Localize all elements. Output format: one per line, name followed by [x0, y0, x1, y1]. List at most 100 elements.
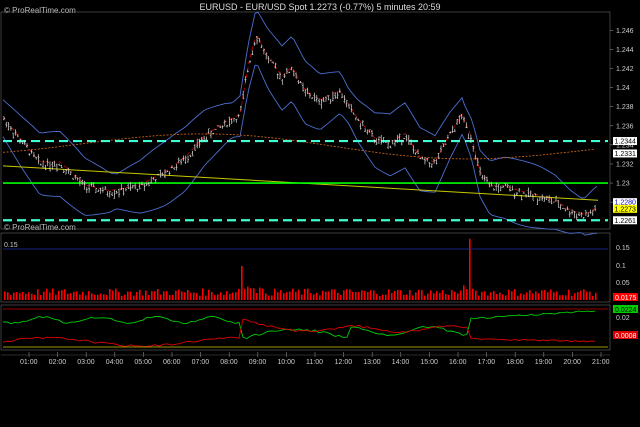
- price-chart-canvas[interactable]: 1.2461.2441.2421.241.2381.2361.2341.2321…: [0, 0, 640, 427]
- volume-bar: [319, 295, 321, 300]
- volume-bar: [418, 289, 420, 300]
- volume-bar: [112, 290, 114, 300]
- volume-bar: [223, 294, 225, 300]
- time-axis-label: 09:00: [249, 359, 267, 366]
- volume-bar: [367, 291, 369, 300]
- volume-bar: [145, 290, 147, 300]
- volume-bar: [205, 295, 207, 300]
- volume-tick: 0.1: [616, 263, 626, 270]
- volume-bar: [556, 291, 558, 300]
- volume-bar: [493, 290, 495, 300]
- volume-bar: [565, 295, 567, 300]
- volume-bar: [79, 294, 81, 300]
- volume-bar: [25, 293, 27, 300]
- volume-bar: [550, 289, 552, 300]
- volume-bar: [226, 291, 228, 300]
- volume-bar: [142, 295, 144, 300]
- volume-bar: [430, 290, 432, 300]
- price-axis-tick-label: 1.244: [616, 47, 634, 54]
- price-axis[interactable]: 1.2461.2441.2421.241.2381.2361.2341.2321…: [610, 28, 634, 207]
- volume-bar: [250, 288, 252, 300]
- volume-bar: [526, 292, 528, 300]
- volume-bar: [103, 294, 105, 300]
- volume-bar: [517, 295, 519, 300]
- volume-bar: [37, 289, 39, 300]
- volume-bar: [196, 293, 198, 300]
- volume-bar: [586, 291, 588, 300]
- time-axis-label: 20:00: [563, 359, 581, 366]
- volume-bar: [349, 289, 351, 300]
- volume-bar: [295, 292, 297, 300]
- volume-bar: [193, 292, 195, 300]
- volume-bar: [580, 290, 582, 300]
- oscillator-green-tag-label: 0.0224: [615, 307, 637, 314]
- volume-bar: [568, 289, 570, 300]
- volume-bar: [421, 290, 423, 300]
- volume-bar: [499, 292, 501, 300]
- volume-bar: [55, 294, 57, 300]
- price-axis-tick-label: 1.232: [616, 161, 634, 168]
- volume-bar: [34, 294, 36, 300]
- price-axis-tick-label: 1.24: [616, 85, 630, 92]
- volume-bar: [445, 294, 447, 300]
- time-axis-label: 18:00: [506, 359, 524, 366]
- volume-bar: [547, 292, 549, 300]
- volume-bar: [484, 291, 486, 300]
- volume-tick: 0.15: [616, 245, 630, 252]
- volume-bar: [109, 289, 111, 300]
- time-axis-label: 03:00: [77, 359, 95, 366]
- volume-bar: [16, 292, 18, 300]
- bollinger-upper-band: [2, 11, 598, 199]
- volume-bars: [4, 238, 597, 300]
- price-tag-label: 1.2261: [615, 218, 637, 225]
- time-axis-label: 01:00: [20, 359, 38, 366]
- volume-bar: [292, 288, 294, 300]
- volume-bar: [535, 291, 537, 300]
- chart-window[interactable]: EURUSD - EUR/USD Spot 1.2273 (-0.77%) 5 …: [0, 0, 640, 427]
- volume-bar: [475, 290, 477, 300]
- volume-bar: [505, 295, 507, 300]
- volume-bar: [553, 292, 555, 300]
- volume-bar: [541, 290, 543, 300]
- ohlc-bars: [3, 36, 597, 221]
- volume-bar: [265, 293, 267, 300]
- volume-bar: [340, 295, 342, 300]
- volume-bar: [190, 292, 192, 300]
- volume-bar: [268, 295, 270, 300]
- volume-bar: [7, 292, 9, 300]
- volume-bar: [298, 289, 300, 300]
- volume-bar: [433, 293, 435, 300]
- volume-bar: [385, 294, 387, 300]
- volume-bar: [277, 292, 279, 300]
- volume-bar: [574, 293, 576, 300]
- volume-bar: [61, 290, 63, 300]
- volume-bar: [478, 295, 480, 300]
- volume-bar: [370, 290, 372, 300]
- bollinger-lower-band: [2, 64, 598, 236]
- time-axis[interactable]: 01:00 02:00 03:00 04:00 05:00 06:00 07:00 08:00…: [20, 352, 610, 366]
- volume-bar: [247, 286, 249, 300]
- volume-bar: [181, 291, 183, 300]
- oscillator-red-tag-label: 0.0008: [615, 333, 637, 340]
- volume-bar: [448, 295, 450, 300]
- volume-bar: [307, 288, 309, 300]
- volume-bar: [496, 293, 498, 300]
- indicator-lines: [2, 133, 608, 222]
- volume-bar: [70, 293, 72, 300]
- price-axis-tick-label: 1.246: [616, 28, 634, 35]
- volume-bar: [409, 290, 411, 300]
- volume-bar: [352, 291, 354, 300]
- volume-bar: [403, 294, 405, 300]
- volume-bar: [472, 288, 474, 300]
- volume-bar: [427, 293, 429, 300]
- volume-bar: [13, 292, 15, 300]
- volume-bar: [118, 291, 120, 300]
- volume-bar: [508, 289, 510, 300]
- volume-bar: [283, 293, 285, 300]
- volume-bar: [346, 289, 348, 300]
- volume-bar: [106, 294, 108, 300]
- volume-bar: [256, 293, 258, 300]
- volume-bar: [322, 290, 324, 300]
- time-axis-label: 02:00: [49, 359, 67, 366]
- volume-bar: [244, 288, 246, 300]
